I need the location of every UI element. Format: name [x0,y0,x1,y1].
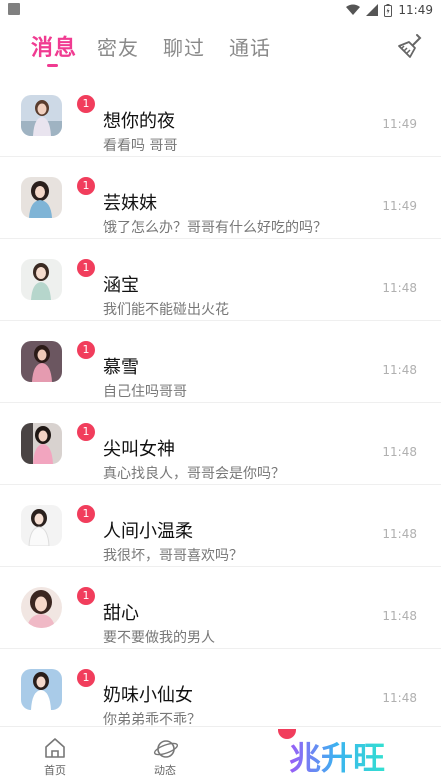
avatar[interactable] [21,505,62,546]
message-preview: 我很坏，哥哥喜欢吗？ [103,548,243,564]
message-time: 11:48 [382,445,417,459]
avatar[interactable] [21,341,62,382]
clear-unread-broom-icon[interactable] [396,32,424,60]
unread-badge: 1 [77,259,95,277]
svg-text:兆升旺: 兆升旺 [289,739,385,777]
status-time: 11:49 [398,3,433,17]
message-time: 11:48 [382,527,417,541]
message-time: 11:48 [382,363,417,377]
avatar[interactable] [21,587,62,628]
tab-messages[interactable]: 消息 [31,30,77,62]
unread-badge: 1 [77,95,95,113]
contact-name: 芸妹妹 [103,193,157,214]
conversation-row[interactable]: 1 慕雪 自己住吗哥哥 11:48 [0,321,441,403]
unread-badge: 1 [77,341,95,359]
message-time: 11:48 [382,281,417,295]
nav-home-label: 首页 [44,764,66,777]
contact-name: 奶味小仙女 [103,685,193,706]
conversation-row[interactable]: 1 人间小温柔 我很坏，哥哥喜欢吗？ 11:48 [0,485,441,567]
home-icon [45,738,65,758]
tab-close-friends[interactable]: 密友 [97,32,139,61]
message-preview: 自己住吗哥哥 [103,384,187,400]
nav-home[interactable]: 首页 [20,727,90,784]
avatar[interactable] [21,259,62,300]
avatar[interactable] [21,95,62,136]
conversation-row[interactable]: 1 芸妹妹 饿了怎么办？哥哥有什么好吃的吗？ 11:49 [0,157,441,239]
message-preview: 要不要做我的男人 [103,630,215,646]
nav-moments[interactable]: 动态 [130,727,200,784]
conversation-row[interactable]: 1 想你的夜 看看吗 哥哥 11:49 [0,75,441,157]
message-time: 11:49 [382,199,417,213]
conversation-row[interactable]: 1 尖叫女神 真心找良人，哥哥会是你吗？ 11:48 [0,403,441,485]
planet-icon [153,740,179,758]
unread-badge: 1 [77,505,95,523]
contact-name: 想你的夜 [103,111,175,132]
avatar[interactable] [21,177,62,218]
status-bar: 11:49 [0,0,441,20]
signal-icon [366,4,379,16]
avatar[interactable] [21,669,62,710]
conversation-row[interactable]: 1 奶味小仙女 你弟弟乖不乖？ 11:48 [0,649,441,731]
message-preview: 饿了怎么办？哥哥有什么好吃的吗？ [103,220,327,236]
conversation-row[interactable]: 1 甜心 要不要做我的男人 11:48 [0,567,441,649]
top-tabs: 消息 密友 聊过 通话 [0,30,441,70]
avatar[interactable] [21,423,62,464]
message-time: 11:49 [382,117,417,131]
notification-icon [8,3,20,15]
unread-badge: 1 [77,669,95,687]
message-time: 11:48 [382,609,417,623]
contact-name: 慕雪 [103,357,139,378]
contact-name: 涵宝 [103,275,139,296]
brand-logo: 兆升旺 [289,739,385,777]
message-preview: 我们能不能碰出火花 [103,302,229,318]
unread-badge: 1 [77,423,95,441]
contact-name: 甜心 [103,603,139,624]
unread-badge: 1 [77,587,95,605]
tab-chatted[interactable]: 聊过 [163,32,205,61]
unread-badge: 1 [77,177,95,195]
wifi-icon [346,4,361,15]
contact-name: 尖叫女神 [103,439,175,460]
tab-calls[interactable]: 通话 [229,32,271,61]
battery-icon [384,3,393,17]
contact-name: 人间小温柔 [103,521,193,542]
nav-moments-label: 动态 [154,764,176,777]
message-time: 11:48 [382,691,417,705]
conversation-row[interactable]: 1 涵宝 我们能不能碰出火花 11:48 [0,239,441,321]
message-preview: 真心找良人，哥哥会是你吗？ [103,466,285,482]
active-tab-indicator [47,64,58,67]
message-preview: 看看吗 哥哥 [103,138,178,154]
